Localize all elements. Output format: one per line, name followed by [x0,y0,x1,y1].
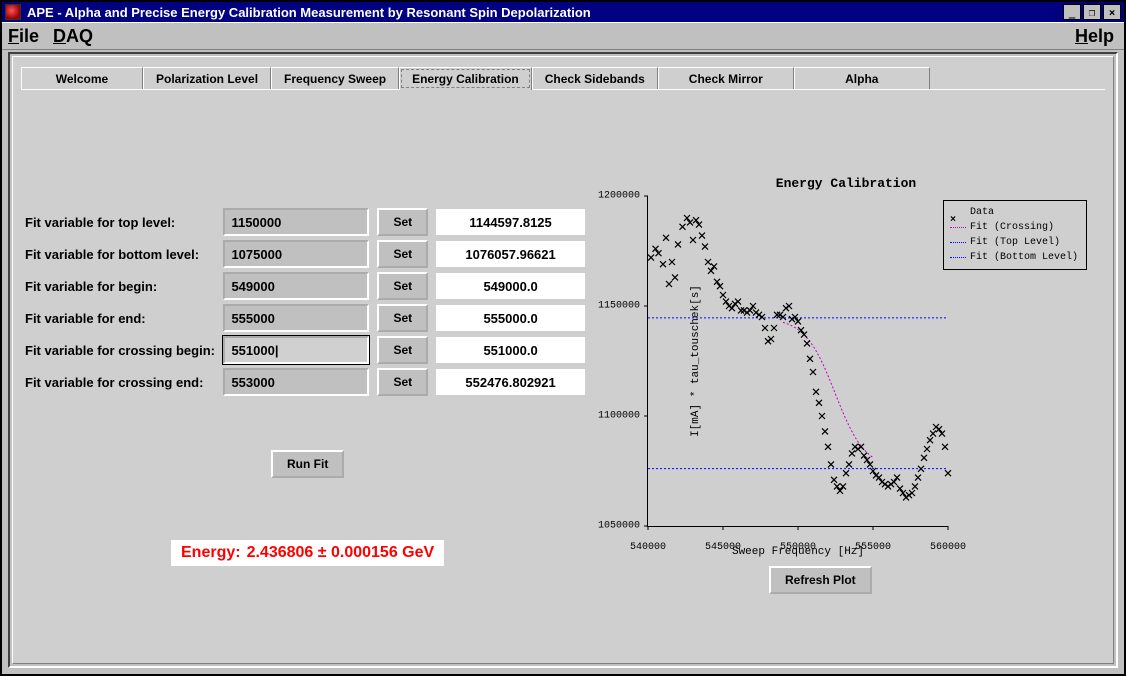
xtick-label: 540000 [630,542,666,553]
set-button[interactable]: Set [377,240,428,268]
fit-label: Fit variable for begin: [25,279,223,294]
fit-result: 1076057.96621 [436,241,585,267]
app-window: APE - Alpha and Precise Energy Calibrati… [0,0,1126,676]
legend-label-crossing: Fit (Crossing) [970,220,1054,235]
fit-input[interactable] [223,368,369,396]
xtick-label: 555000 [855,542,891,553]
fit-result: 549000.0 [436,273,585,299]
ytick-label: 1100000 [598,411,640,422]
fit-label: Fit variable for crossing begin: [25,343,223,358]
run-fit-button[interactable]: Run Fit [271,450,344,478]
fit-result: 551000.0 [436,337,585,363]
fit-row: Fit variable for crossing begin: Set 55100… [25,334,585,366]
fit-row: Fit variable for top level: Set 1144597.81… [25,206,585,238]
fit-label: Fit variable for crossing end: [25,375,223,390]
fit-result: 1144597.8125 [436,209,585,235]
tab-energy-calibration[interactable]: Energy Calibration [399,67,532,90]
fit-label: Fit variable for end: [25,311,223,326]
legend-label-top: Fit (Top Level) [970,235,1060,250]
xtick-label: 560000 [930,542,966,553]
fit-result: 552476.802921 [436,369,585,395]
plot-canvas: I[mA] * tau_touschek[s] Sweep Frequency … [647,196,948,527]
plot-title: Energy Calibration [601,176,1091,191]
fit-input[interactable] [223,304,369,332]
legend-label-data: Data [970,205,994,220]
fit-input[interactable] [223,272,369,300]
tab-check-mirror[interactable]: Check Mirror [658,67,794,91]
tab-check-sidebands[interactable]: Check Sidebands [532,67,658,91]
legend-marker-crossing [950,227,966,228]
tab-welcome[interactable]: Welcome [21,67,143,91]
titlebar: APE - Alpha and Precise Energy Calibrati… [2,2,1124,22]
tab-frequency-sweep[interactable]: Frequency Sweep [271,67,399,91]
set-button[interactable]: Set [377,304,428,332]
menu-help[interactable]: Help [1075,26,1114,47]
client-area: Welcome Polarization Level Frequency Swe… [8,52,1118,668]
set-button[interactable]: Set [377,208,428,236]
fit-result: 555000.0 [436,305,585,331]
energy-label: Energy: [181,544,241,562]
tab-polarization-level[interactable]: Polarization Level [143,67,271,91]
fit-variable-form: Fit variable for top level: Set 1144597.81… [25,206,585,398]
fit-row: Fit variable for crossing end: Set 552476.… [25,366,585,398]
fit-input[interactable] [223,240,369,268]
fit-input[interactable] [223,336,369,364]
fit-row: Fit variable for end: Set 555000.0 [25,302,585,334]
plot-yticks: 1050000110000011500001200000 [592,196,644,526]
ytick-label: 1150000 [598,301,640,312]
legend-label-bottom: Fit (Bottom Level) [970,250,1078,265]
menu-daq[interactable]: DAQ [53,26,93,47]
menubar: File DAQ Help [2,22,1124,50]
xtick-label: 550000 [780,542,816,553]
close-button[interactable]: × [1103,4,1121,20]
set-button[interactable]: Set [377,272,428,300]
tab-bar: Welcome Polarization Level Frequency Swe… [21,67,930,91]
energy-result: Energy: 2.436806 ± 0.000156 GeV [171,540,444,566]
minimize-button[interactable]: _ [1063,4,1081,20]
tab-alpha[interactable]: Alpha [794,67,930,91]
plot-legend: ×Data Fit (Crossing) Fit (Top Level) Fit… [943,200,1087,270]
plot-ylabel: I[mA] * tau_touschek[s] [690,285,702,437]
fit-row: Fit variable for bottom level: Set 1076057… [25,238,585,270]
legend-marker-bottom [950,257,966,258]
ytick-label: 1050000 [598,521,640,532]
tab-page-energy-calibration: Fit variable for top level: Set 1144597.81… [21,89,1105,655]
set-button[interactable]: Set [377,368,428,396]
refresh-plot-button[interactable]: Refresh Plot [769,566,872,594]
fit-label: Fit variable for top level: [25,215,223,230]
ytick-label: 1200000 [598,191,640,202]
plot-panel: Energy Calibration [601,176,1091,586]
maximize-button[interactable]: ❐ [1083,4,1101,20]
fit-label: Fit variable for bottom level: [25,247,223,262]
legend-marker-top [950,242,966,243]
energy-value: 2.436806 ± 0.000156 GeV [247,544,435,562]
set-button[interactable]: Set [377,336,428,364]
window-title: APE - Alpha and Precise Energy Calibrati… [27,5,591,20]
fit-input[interactable] [223,208,369,236]
menu-file[interactable]: File [8,26,39,47]
fit-row: Fit variable for begin: Set 549000.0 [25,270,585,302]
xtick-label: 545000 [705,542,741,553]
app-icon [5,4,21,20]
